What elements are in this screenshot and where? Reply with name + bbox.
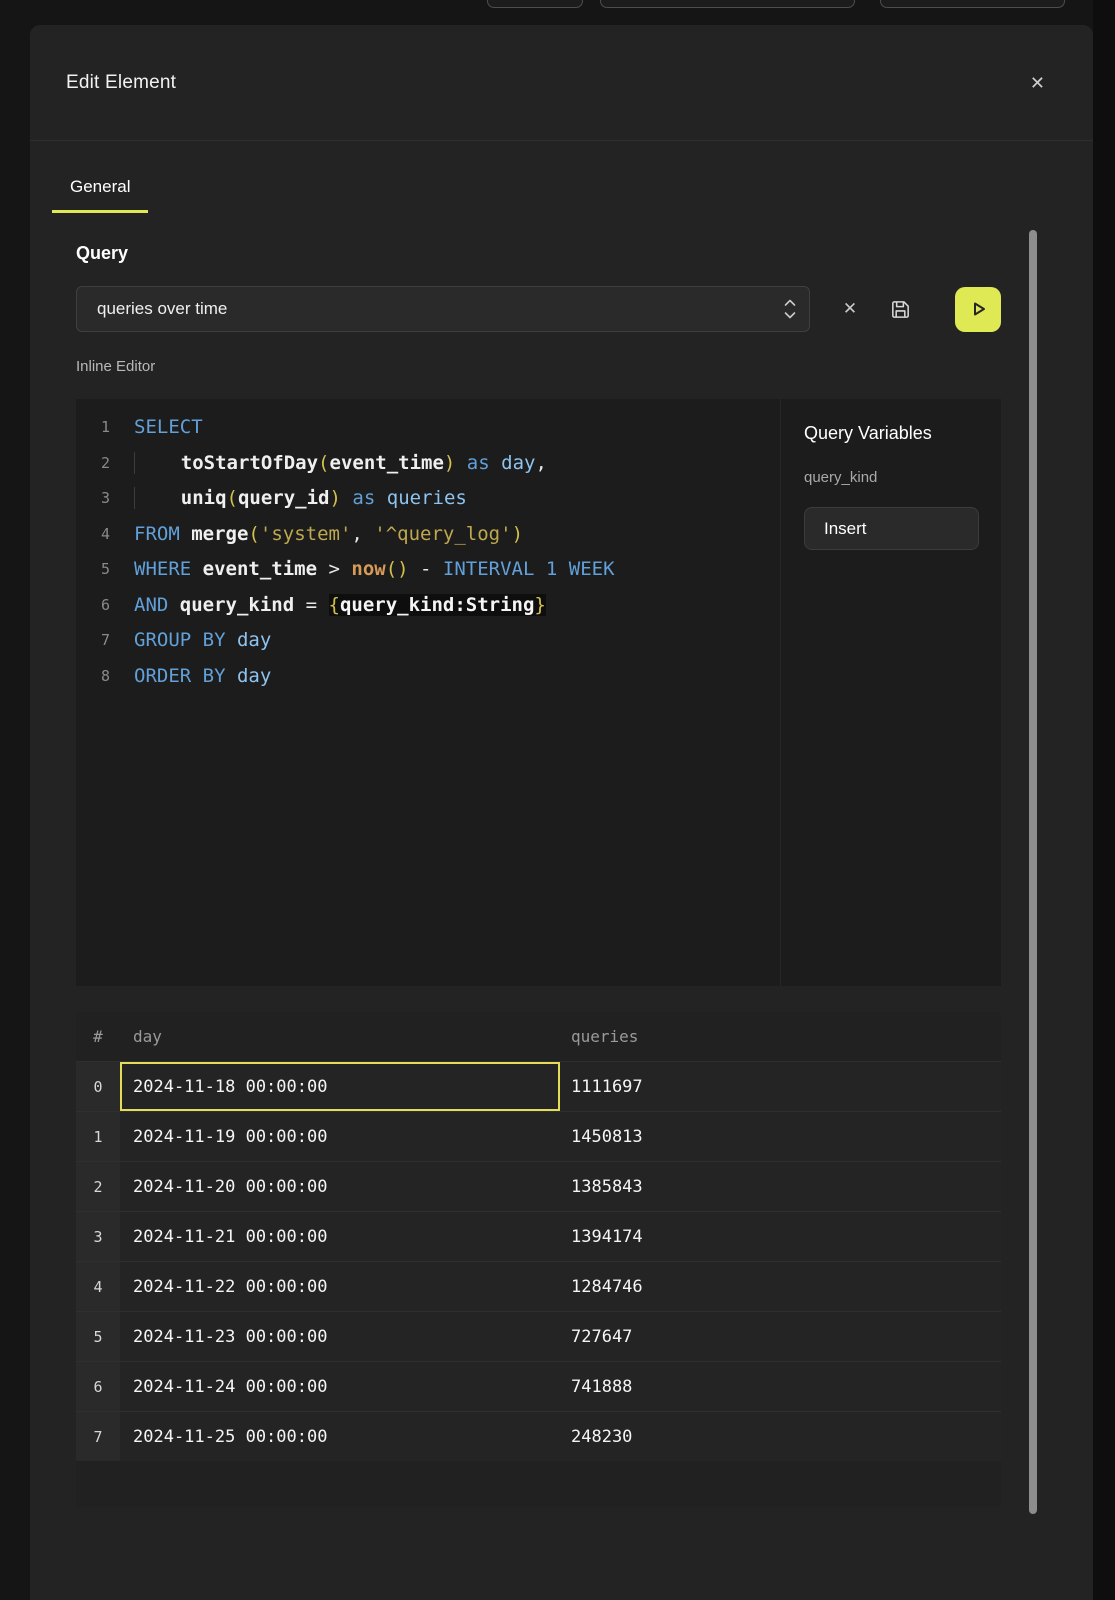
modal-scrollbar[interactable] [1029, 230, 1037, 1514]
line-number: 5 [76, 552, 134, 588]
line-number: 6 [76, 588, 134, 624]
edit-element-modal: Edit Element ✕ General Query queries ove… [30, 25, 1093, 1600]
queries-cell[interactable]: 741888 [560, 1362, 1001, 1411]
line-number: 1 [76, 410, 134, 446]
code-line: 2 toStartOfDay(event_time) as day, [76, 446, 780, 482]
table-row: 52024-11-23 00:00:00727647 [76, 1311, 1001, 1361]
clear-query-icon[interactable]: ✕ [832, 291, 868, 327]
table-row: 42024-11-22 00:00:001284746 [76, 1261, 1001, 1311]
day-cell[interactable]: 2024-11-24 00:00:00 [120, 1362, 560, 1411]
query-variables-title: Query Variables [804, 423, 1001, 444]
top-toolbar-button-secondary[interactable] [880, 0, 1065, 8]
top-search-input[interactable] [600, 0, 855, 8]
query-select[interactable]: queries over time [76, 286, 810, 332]
page-background-gap [1093, 0, 1115, 1600]
query-section-heading: Query [76, 243, 1001, 264]
line-number: 3 [76, 481, 134, 517]
row-index-cell: 7 [76, 1412, 120, 1461]
table-row: 62024-11-24 00:00:00741888 [76, 1361, 1001, 1411]
code-line: 4FROM merge('system', '^query_log') [76, 517, 780, 553]
table-row: 02024-11-18 00:00:001111697 [76, 1061, 1001, 1111]
row-index-cell: 2 [76, 1162, 120, 1211]
insert-variable-button[interactable]: Insert [804, 507, 979, 550]
column-header: day [120, 1012, 560, 1061]
modal-content: Query queries over time ✕ [30, 213, 1093, 1507]
inline-editor-label: Inline Editor [76, 358, 1001, 375]
table-row: 22024-11-20 00:00:001385843 [76, 1161, 1001, 1211]
column-header: queries [560, 1012, 1001, 1061]
row-index-cell: 5 [76, 1312, 120, 1361]
queries-cell[interactable]: 248230 [560, 1412, 1001, 1461]
run-query-button[interactable] [955, 287, 1001, 332]
table-row: 12024-11-19 00:00:001450813 [76, 1111, 1001, 1161]
results-table: #dayqueries02024-11-18 00:00:00111169712… [76, 1012, 1001, 1461]
tab-general[interactable]: General [52, 167, 148, 213]
editor-area: 1SELECT2 toStartOfDay(event_time) as day… [76, 399, 1001, 986]
close-icon[interactable]: ✕ [1026, 70, 1049, 96]
code-line: 5WHERE event_time > now() - INTERVAL 1 W… [76, 552, 780, 588]
day-cell[interactable]: 2024-11-19 00:00:00 [120, 1112, 560, 1161]
queries-cell[interactable]: 727647 [560, 1312, 1001, 1361]
table-header-row: #dayqueries [76, 1012, 1001, 1061]
query-toolbar: queries over time ✕ [76, 286, 1001, 332]
row-index-cell: 6 [76, 1362, 120, 1411]
save-icon[interactable] [880, 289, 920, 329]
top-toolbar-button[interactable] [487, 0, 583, 8]
queries-cell[interactable]: 1385843 [560, 1162, 1001, 1211]
day-cell[interactable]: 2024-11-21 00:00:00 [120, 1212, 560, 1261]
line-number: 4 [76, 517, 134, 553]
queries-cell[interactable]: 1111697 [560, 1062, 1001, 1111]
row-index-cell: 0 [76, 1062, 120, 1111]
chevron-updown-icon [783, 296, 797, 322]
day-cell[interactable]: 2024-11-18 00:00:00 [120, 1062, 560, 1111]
modal-header: Edit Element ✕ [30, 25, 1093, 141]
line-number: 8 [76, 659, 134, 695]
modal-title: Edit Element [66, 72, 176, 94]
day-cell[interactable]: 2024-11-22 00:00:00 [120, 1262, 560, 1311]
code-line: 8ORDER BY day [76, 659, 780, 695]
day-cell[interactable]: 2024-11-25 00:00:00 [120, 1412, 560, 1461]
query-select-value: queries over time [97, 299, 227, 319]
results-footer [76, 1461, 1001, 1507]
tab-bar: General [30, 141, 1093, 213]
row-index-cell: 3 [76, 1212, 120, 1261]
column-header: # [76, 1012, 120, 1061]
code-line: 1SELECT [76, 410, 780, 446]
sql-editor[interactable]: 1SELECT2 toStartOfDay(event_time) as day… [76, 399, 780, 986]
line-number: 7 [76, 623, 134, 659]
row-index-cell: 4 [76, 1262, 120, 1311]
day-cell[interactable]: 2024-11-23 00:00:00 [120, 1312, 560, 1361]
line-number: 2 [76, 446, 134, 482]
row-index-cell: 1 [76, 1112, 120, 1161]
queries-cell[interactable]: 1394174 [560, 1212, 1001, 1261]
code-line: 3 uniq(query_id) as queries [76, 481, 780, 517]
day-cell[interactable]: 2024-11-20 00:00:00 [120, 1162, 560, 1211]
code-line: 6AND query_kind = {query_kind:String} [76, 588, 780, 624]
play-icon [966, 297, 990, 321]
query-variables-panel: Query Variables query_kind Insert [780, 399, 1001, 986]
variable-name-label: query_kind [804, 469, 1001, 486]
queries-cell[interactable]: 1450813 [560, 1112, 1001, 1161]
table-row: 72024-11-25 00:00:00248230 [76, 1411, 1001, 1461]
table-row: 32024-11-21 00:00:001394174 [76, 1211, 1001, 1261]
queries-cell[interactable]: 1284746 [560, 1262, 1001, 1311]
code-line: 7GROUP BY day [76, 623, 780, 659]
